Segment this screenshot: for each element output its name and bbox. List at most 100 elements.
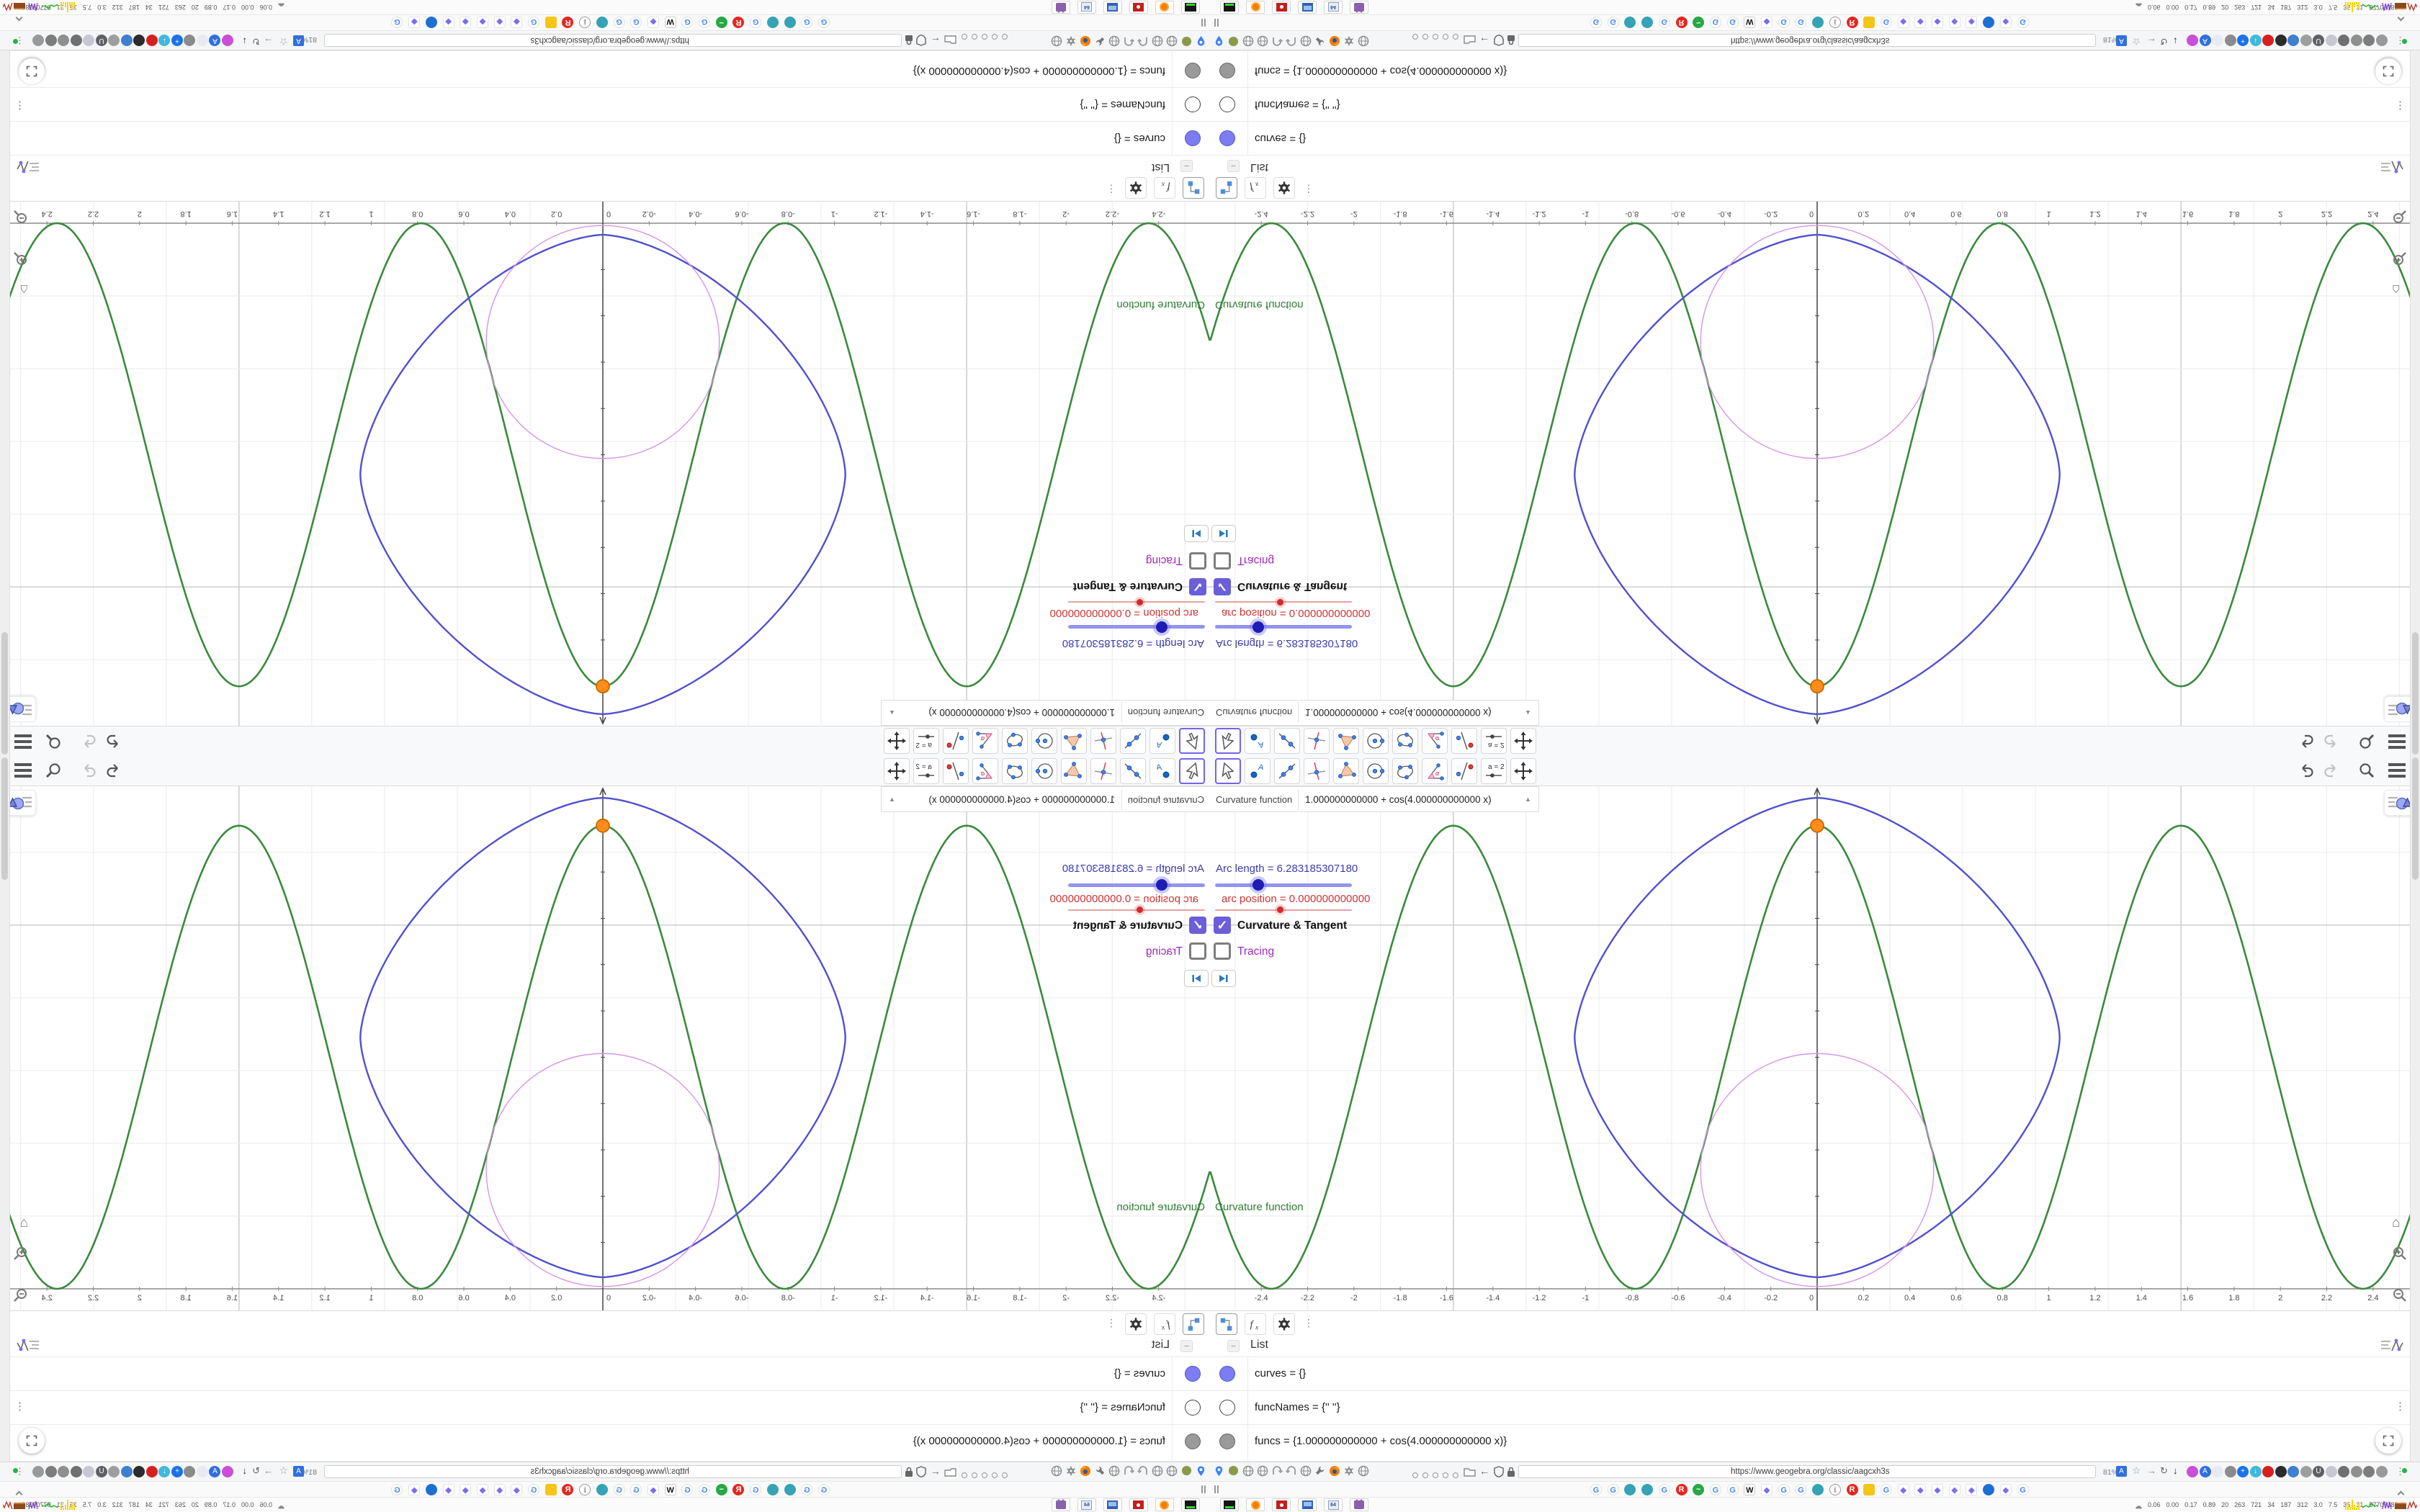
- tab-favicon-ggb[interactable]: ◆: [1948, 17, 1960, 28]
- taskbar-app-redgear[interactable]: [1129, 1, 1148, 14]
- bookmark-star-icon[interactable]: ☆: [279, 35, 288, 48]
- algebra-row-curves[interactable]: curves = {}: [1210, 1356, 2420, 1390]
- stylebar-more-button[interactable]: ⋮: [1106, 1317, 1116, 1329]
- taskbar-app-v64[interactable]: 64: [1324, 1498, 1343, 1511]
- tab-favicon-wiki[interactable]: W: [1744, 1484, 1756, 1495]
- tab-favicon-g[interactable]: G: [1590, 17, 1602, 28]
- gear-icon[interactable]: [1065, 35, 1077, 47]
- algebra-row-funcnames[interactable]: funcNames = {'' ''} ⋮: [0, 88, 1210, 122]
- function-selector-card[interactable]: Curvature function 1.000000000000 + cos(…: [881, 700, 1210, 726]
- firefox-icon[interactable]: [1079, 1465, 1091, 1477]
- tool-point-button[interactable]: A: [1245, 728, 1270, 754]
- trace-point[interactable]: [1810, 818, 1824, 833]
- graphics-view[interactable]: -2.4 -2.2 -2 -1.8 -1.6 -1.4 -1.2 -1 -0.8 -0.6 -0.4…: [1210, 786, 2420, 1310]
- firefox-icon[interactable]: [1329, 35, 1341, 47]
- extension-icon-10[interactable]: U: [2313, 35, 2324, 46]
- taskbar-app-firefox[interactable]: [1155, 1498, 1174, 1511]
- extension-icon-15[interactable]: [32, 35, 45, 46]
- extension-icon-11[interactable]: [2325, 1466, 2337, 1477]
- tool-slider-button[interactable]: a = 2: [1481, 728, 1507, 754]
- tab-favicon-ggb[interactable]: ◆: [511, 1484, 523, 1495]
- extension-icon-13[interactable]: [58, 1466, 70, 1477]
- taskbar-app-recorder[interactable]: [1220, 1, 1239, 14]
- tool-move-view-button[interactable]: [1510, 728, 1536, 754]
- tab-favicon-teal[interactable]: [596, 17, 608, 28]
- globe-icon[interactable]: [1108, 35, 1120, 47]
- list-collapse-button[interactable]: −: [1180, 160, 1193, 172]
- forward-icon[interactable]: →: [264, 1465, 273, 1476]
- fullscreen-button[interactable]: [2375, 58, 2401, 84]
- tab-favicon-ggb[interactable]: ◆: [511, 17, 523, 28]
- taskbar-app-cat[interactable]: [1350, 1498, 1368, 1511]
- tab-favicon-g[interactable]: G: [1880, 1484, 1892, 1495]
- menu-button[interactable]: [14, 763, 32, 778]
- tab-favicon-g[interactable]: G: [2017, 17, 2029, 28]
- tab-favicon-teal[interactable]: [1641, 1484, 1654, 1495]
- tab-favicon-ggb[interactable]: ◆: [477, 17, 488, 28]
- algebra-row-funcnames[interactable]: funcNames = {'' ''} ⋮: [1210, 88, 2420, 122]
- fullscreen-button[interactable]: [2375, 1428, 2401, 1454]
- extension-icon-2[interactable]: [2212, 35, 2223, 46]
- extension-icon-7[interactable]: [2275, 35, 2287, 46]
- extension-icon-10[interactable]: U: [2313, 1466, 2324, 1477]
- tool-line-button[interactable]: [1274, 728, 1300, 754]
- zoom-in-button[interactable]: [2392, 1246, 2408, 1265]
- algebra-row-curves[interactable]: curves = {}: [0, 1356, 1210, 1390]
- tab-favicon-ya[interactable]: R: [1846, 1484, 1858, 1495]
- extension-icon-4[interactable]: +: [171, 35, 183, 46]
- home-button[interactable]: ⌂: [2392, 281, 2400, 297]
- row-more-button[interactable]: ⋮: [2395, 99, 2406, 112]
- extension-icon-12[interactable]: [71, 35, 82, 46]
- algebra-row-curves[interactable]: curves = {}: [1210, 122, 2420, 156]
- tray-menu[interactable]: ⋮: [2396, 1465, 2407, 1478]
- extension-icon-9[interactable]: [2300, 1466, 2312, 1477]
- arc-right-icon[interactable]: [1285, 35, 1298, 47]
- zoom-out-button[interactable]: [12, 1287, 28, 1307]
- download-icon[interactable]: ↓: [243, 1465, 248, 1476]
- tool-slider-button[interactable]: a = 2: [913, 728, 939, 754]
- tray-menu[interactable]: ⋮: [13, 34, 24, 47]
- graphics-view[interactable]: -2.4 -2.2 -2 -1.8 -1.6 -1.4 -1.2 -1 -0.8 -0.6 -0.4…: [0, 202, 1210, 726]
- list-collapse-button[interactable]: −: [1180, 1340, 1193, 1352]
- menu-button[interactable]: [2388, 734, 2406, 749]
- tab-favicon-teal[interactable]: [766, 17, 779, 28]
- collapse-chevron-icon[interactable]: ▲: [889, 709, 895, 716]
- extension-icon-7[interactable]: [2275, 1466, 2287, 1477]
- tool-angle-button[interactable]: α: [1422, 758, 1448, 784]
- taskbar-app-recorder[interactable]: [1181, 1498, 1200, 1511]
- translate-icon[interactable]: A: [2116, 35, 2127, 46]
- zoom-in-button[interactable]: [2392, 247, 2408, 266]
- tab-favicon-wiki[interactable]: W: [664, 1484, 676, 1495]
- play-step-button[interactable]: [1184, 525, 1209, 542]
- tab-favicon-blue[interactable]: [1983, 1484, 1995, 1495]
- tab-favicon-imdb[interactable]: [544, 1484, 557, 1495]
- tab-favicon-ggb[interactable]: ◆: [442, 17, 454, 28]
- scrollbar-thumb[interactable]: [2412, 632, 2419, 755]
- scrollbar[interactable]: [2410, 756, 2420, 1462]
- tab-favicon-ggb[interactable]: ◆: [408, 17, 421, 28]
- extension-icon-15[interactable]: [2375, 35, 2388, 46]
- tool-move-button[interactable]: [1179, 728, 1205, 754]
- undo-button[interactable]: [104, 762, 122, 781]
- wrench-icon[interactable]: [1093, 1465, 1106, 1477]
- settings-button[interactable]: [1273, 1313, 1295, 1335]
- visibility-toggle-funcnames[interactable]: [1219, 96, 1235, 112]
- extension-icon-11[interactable]: [83, 1466, 95, 1477]
- tab-favicon-teal[interactable]: [1641, 17, 1654, 28]
- tool-polygon-button[interactable]: [1333, 758, 1359, 784]
- extension-icon-7[interactable]: [133, 1466, 145, 1477]
- tab-favicon-ggb[interactable]: ◆: [408, 1484, 421, 1495]
- search-button[interactable]: [45, 729, 62, 750]
- extension-icon-13[interactable]: [2350, 1466, 2362, 1477]
- tab-favicon-g[interactable]: G: [1658, 17, 1670, 28]
- graphics-view[interactable]: -2.4 -2.2 -2 -1.8 -1.6 -1.4 -1.2 -1 -0.8 -0.6 -0.4…: [1210, 202, 2420, 726]
- tab-favicon-g[interactable]: G: [2017, 1484, 2029, 1495]
- page-zoom-badge[interactable]: 81%: [302, 35, 317, 44]
- graphics-view[interactable]: -2.4 -2.2 -2 -1.8 -1.6 -1.4 -1.2 -1 -0.8 -0.6 -0.4…: [0, 786, 1210, 1310]
- extension-icon-4[interactable]: +: [171, 1466, 183, 1477]
- extension-icon-5[interactable]: ↓: [158, 35, 171, 46]
- extension-icon-6[interactable]: [2262, 35, 2274, 46]
- scrollbar[interactable]: [0, 50, 10, 756]
- extension-icon-11[interactable]: [2325, 35, 2337, 46]
- extension-icon-12[interactable]: [2338, 1466, 2349, 1477]
